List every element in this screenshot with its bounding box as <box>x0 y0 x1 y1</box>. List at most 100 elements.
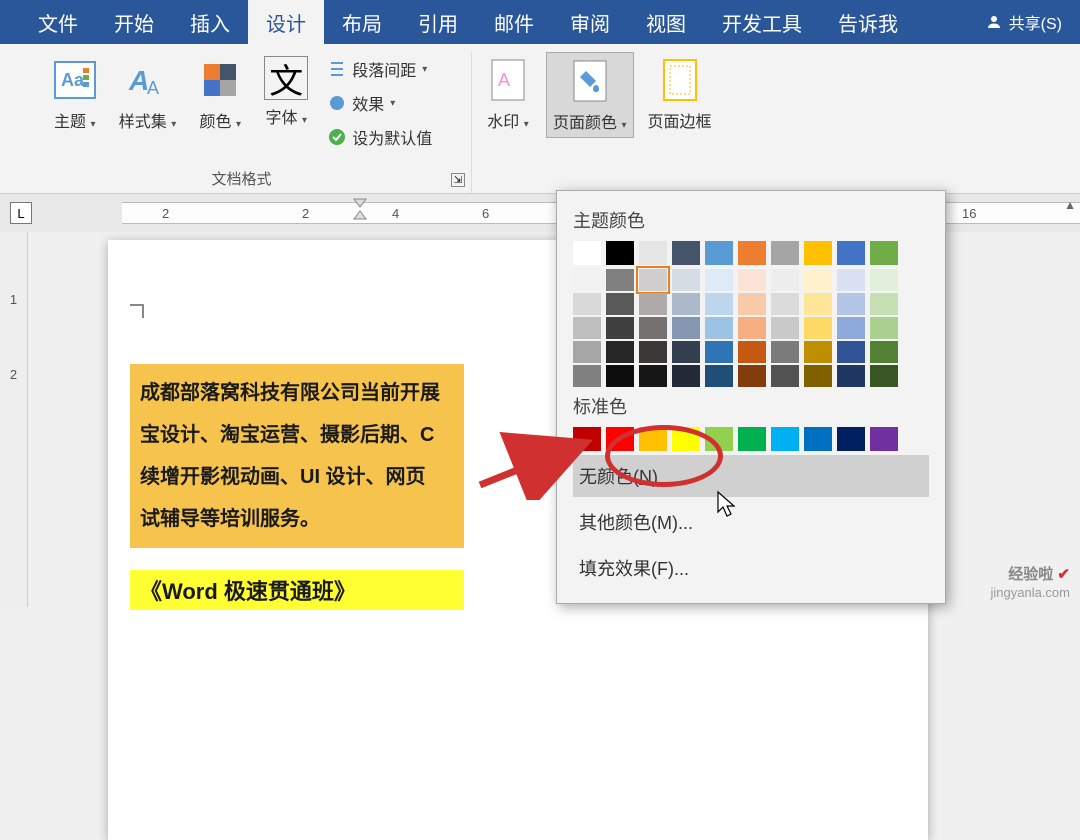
color-swatch[interactable] <box>738 341 766 363</box>
color-swatch[interactable] <box>639 341 667 363</box>
color-swatch[interactable] <box>573 269 601 291</box>
color-swatch[interactable] <box>837 317 865 339</box>
color-swatch[interactable] <box>705 341 733 363</box>
color-swatch[interactable] <box>606 341 634 363</box>
color-swatch[interactable] <box>870 365 898 387</box>
menu-file[interactable]: 文件 <box>20 0 96 47</box>
fill-effects-option[interactable]: 填充效果(F)... <box>573 547 929 589</box>
color-swatch[interactable] <box>771 269 799 291</box>
more-colors-option[interactable]: 其他颜色(M)... <box>573 501 929 543</box>
set-default-button[interactable]: 设为默认值 <box>322 122 438 152</box>
no-color-option[interactable]: 无颜色(N) <box>573 455 929 497</box>
color-swatch[interactable] <box>738 241 766 265</box>
indent-marker-icon[interactable] <box>352 197 368 221</box>
color-swatch[interactable] <box>837 241 865 265</box>
page-color-button[interactable]: 页面颜色 ▾ <box>546 52 634 138</box>
color-swatch[interactable] <box>738 317 766 339</box>
color-swatch[interactable] <box>870 293 898 315</box>
menu-view[interactable]: 视图 <box>628 0 704 47</box>
color-swatch[interactable] <box>573 317 601 339</box>
scroll-up-button[interactable]: ▲ <box>1064 198 1076 212</box>
color-swatch[interactable] <box>738 365 766 387</box>
color-swatch[interactable] <box>804 269 832 291</box>
menu-review[interactable]: 审阅 <box>552 0 628 47</box>
color-swatch[interactable] <box>771 427 799 451</box>
color-swatch[interactable] <box>771 293 799 315</box>
color-swatch[interactable] <box>837 427 865 451</box>
menu-developer[interactable]: 开发工具 <box>704 0 820 47</box>
menu-insert[interactable]: 插入 <box>172 0 248 47</box>
color-swatch[interactable] <box>606 293 634 315</box>
color-swatch[interactable] <box>804 365 832 387</box>
color-swatch[interactable] <box>573 427 601 451</box>
color-swatch[interactable] <box>837 341 865 363</box>
color-swatch[interactable] <box>705 365 733 387</box>
color-swatch[interactable] <box>639 241 667 265</box>
vertical-ruler[interactable]: 1 2 <box>0 232 28 607</box>
color-swatch[interactable] <box>606 269 634 291</box>
color-swatch[interactable] <box>639 317 667 339</box>
color-swatch[interactable] <box>771 341 799 363</box>
dialog-launcher[interactable]: ⇲ <box>451 173 465 187</box>
effects-button[interactable]: 效果 ▾ <box>322 88 438 118</box>
highlighted-paragraph[interactable]: 成都部落窝科技有限公司当前开展 宝设计、淘宝运营、摄影后期、C 续增开影视动画、… <box>130 364 464 548</box>
color-swatch[interactable] <box>672 293 700 315</box>
color-swatch[interactable] <box>705 269 733 291</box>
color-swatch[interactable] <box>804 241 832 265</box>
menu-mailings[interactable]: 邮件 <box>476 0 552 47</box>
color-swatch[interactable] <box>573 293 601 315</box>
color-swatch[interactable] <box>606 241 634 265</box>
color-swatch[interactable] <box>870 269 898 291</box>
color-swatch[interactable] <box>639 427 667 451</box>
color-swatch[interactable] <box>738 293 766 315</box>
share-button[interactable]: + 共享(S) <box>985 10 1062 34</box>
menu-home[interactable]: 开始 <box>96 0 172 47</box>
colors-button[interactable]: 颜色 ▾ <box>190 52 250 152</box>
color-swatch[interactable] <box>705 241 733 265</box>
color-swatch[interactable] <box>705 293 733 315</box>
color-swatch[interactable] <box>639 269 667 291</box>
color-swatch[interactable] <box>573 365 601 387</box>
color-swatch[interactable] <box>804 317 832 339</box>
menu-references[interactable]: 引用 <box>400 0 476 47</box>
color-swatch[interactable] <box>639 293 667 315</box>
themes-button[interactable]: Aa 主题 ▾ <box>45 52 105 152</box>
color-swatch[interactable] <box>672 427 700 451</box>
color-swatch[interactable] <box>573 341 601 363</box>
color-swatch[interactable] <box>672 341 700 363</box>
color-swatch[interactable] <box>738 269 766 291</box>
color-swatch[interactable] <box>771 241 799 265</box>
color-swatch[interactable] <box>870 317 898 339</box>
color-swatch[interactable] <box>837 269 865 291</box>
page-borders-button[interactable]: 页面边框 <box>642 52 718 138</box>
color-swatch[interactable] <box>672 241 700 265</box>
menu-design[interactable]: 设计 <box>248 0 324 47</box>
paragraph-spacing-button[interactable]: 段落间距 ▾ <box>322 54 438 84</box>
color-swatch[interactable] <box>771 317 799 339</box>
color-swatch[interactable] <box>804 427 832 451</box>
menu-layout[interactable]: 布局 <box>324 0 400 47</box>
color-swatch[interactable] <box>771 365 799 387</box>
fonts-button[interactable]: 文 字体 ▾ <box>258 52 314 152</box>
color-swatch[interactable] <box>738 427 766 451</box>
color-swatch[interactable] <box>837 365 865 387</box>
watermark-button[interactable]: A 水印 ▾ <box>478 52 538 138</box>
color-swatch[interactable] <box>672 365 700 387</box>
highlighted-heading[interactable]: 《Word 极速贯通班》 <box>130 570 464 610</box>
tab-selector[interactable]: L <box>10 202 32 224</box>
color-swatch[interactable] <box>804 341 832 363</box>
color-swatch[interactable] <box>705 317 733 339</box>
color-swatch[interactable] <box>804 293 832 315</box>
color-swatch[interactable] <box>870 427 898 451</box>
color-swatch[interactable] <box>606 427 634 451</box>
color-swatch[interactable] <box>870 341 898 363</box>
color-swatch[interactable] <box>837 293 865 315</box>
color-swatch[interactable] <box>672 317 700 339</box>
menu-tellme[interactable]: 告诉我 <box>820 0 916 47</box>
color-swatch[interactable] <box>672 269 700 291</box>
color-swatch[interactable] <box>606 365 634 387</box>
styleset-button[interactable]: AA 样式集 ▾ <box>113 52 183 152</box>
color-swatch[interactable] <box>705 427 733 451</box>
color-swatch[interactable] <box>639 365 667 387</box>
color-swatch[interactable] <box>870 241 898 265</box>
